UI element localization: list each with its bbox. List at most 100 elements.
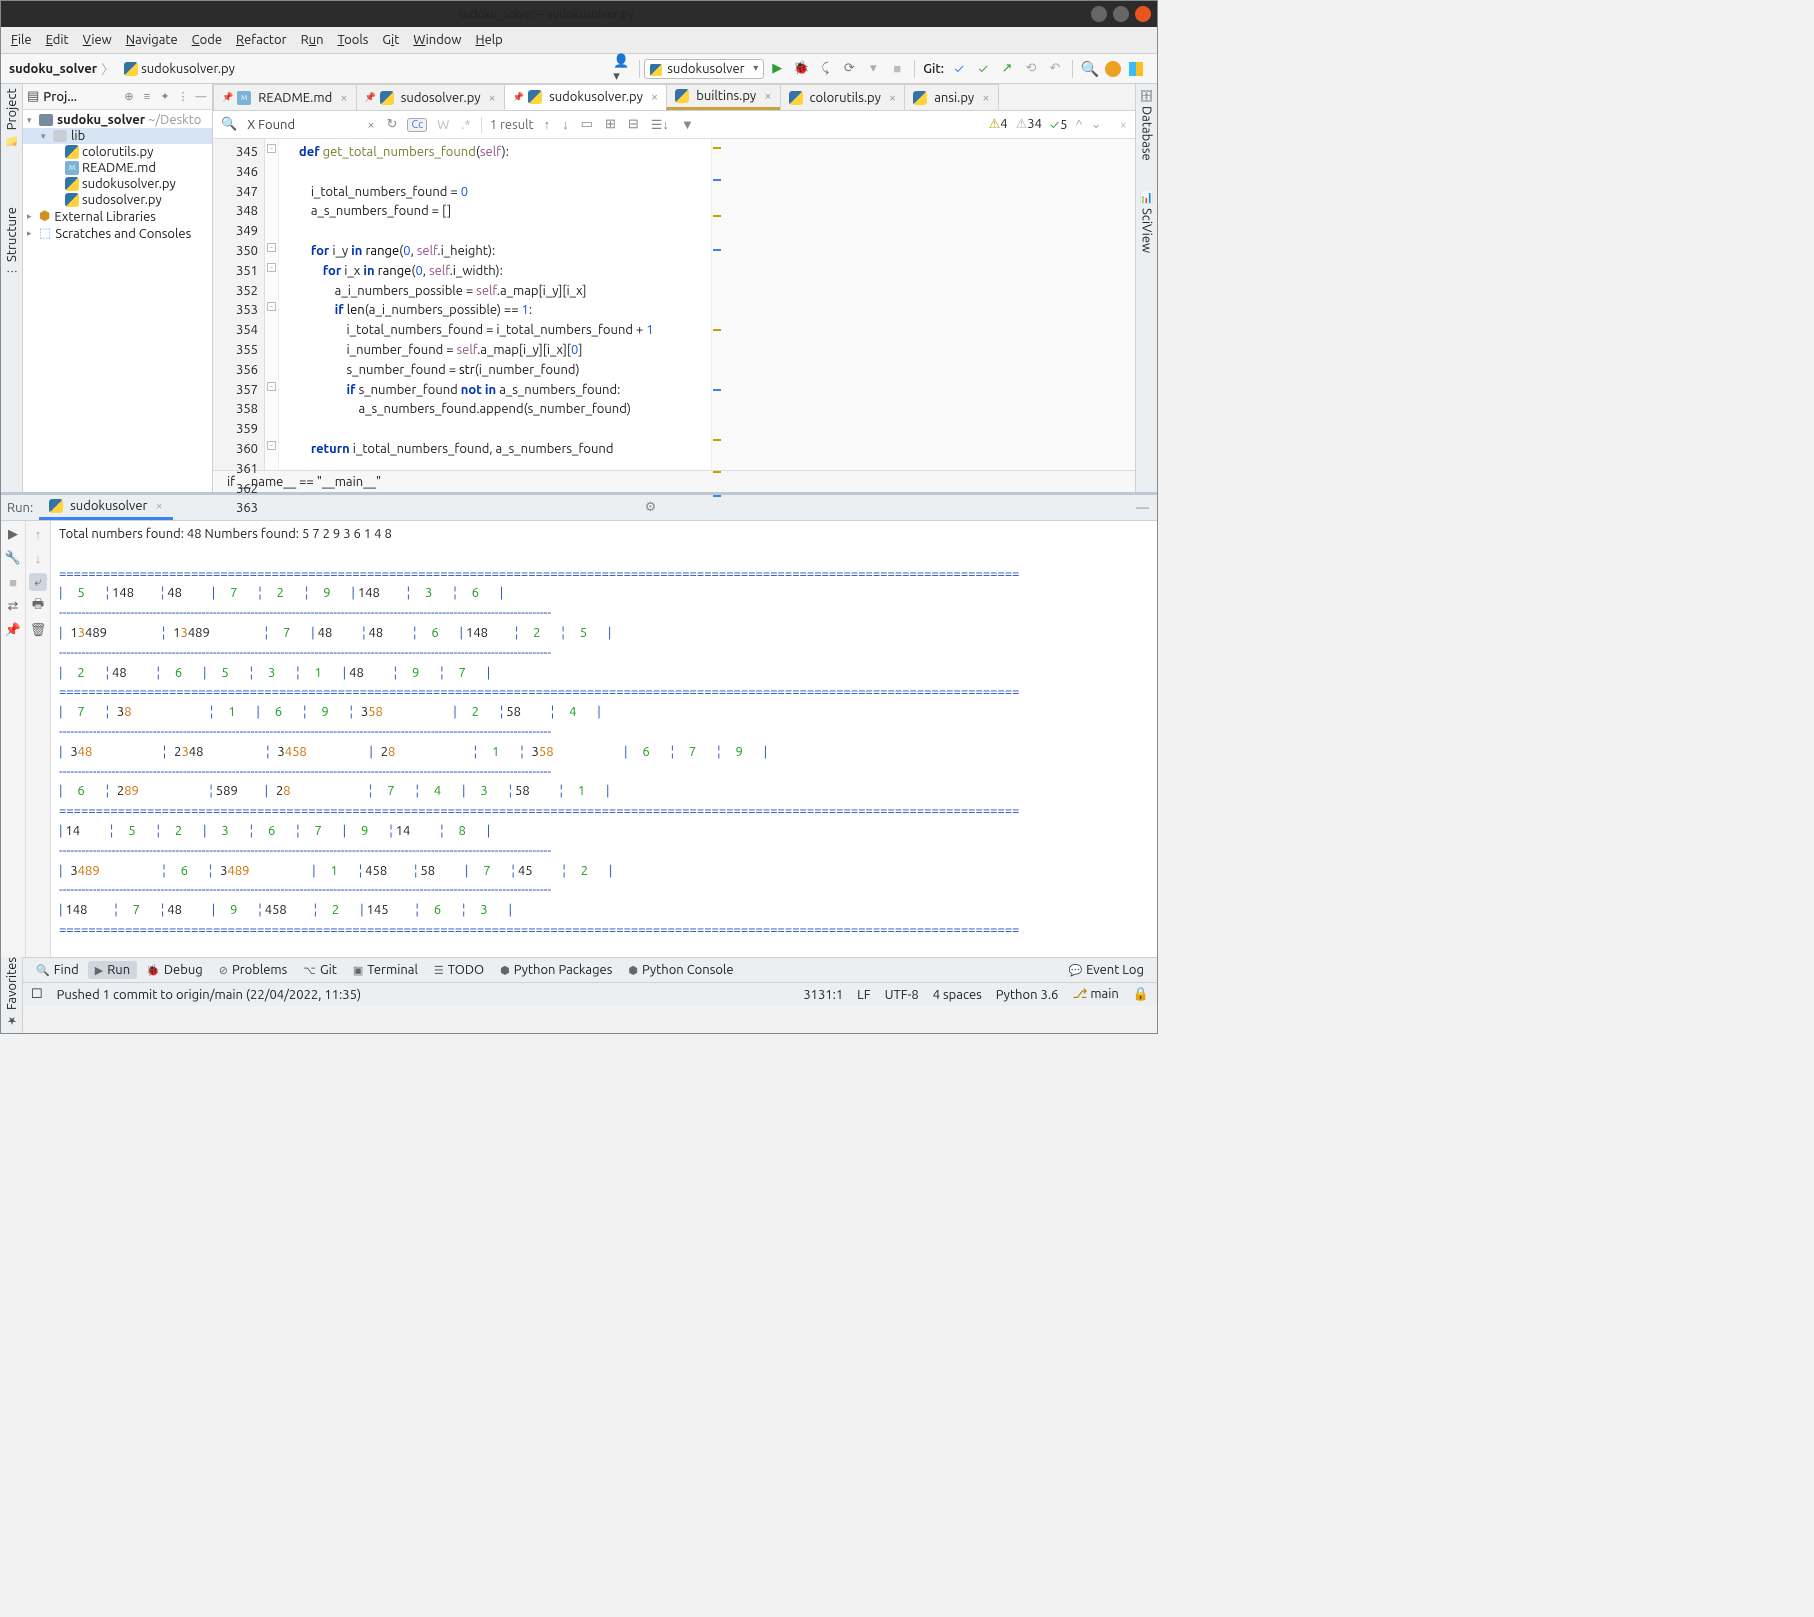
bt-eventlog[interactable]: 💬Event Log <box>1061 961 1151 979</box>
console-output[interactable]: Total numbers found: 48 Numbers found: 5… <box>51 521 1157 957</box>
funnel-icon[interactable]: ▼ <box>679 117 696 132</box>
inspection-widget[interactable]: ⚠4 ⚠34 5 ^⌄ <box>989 117 1102 132</box>
filter-icon[interactable]: ☰↓ <box>649 117 671 133</box>
status-interpreter[interactable]: Python 3.6 <box>996 988 1059 1002</box>
tree-file[interactable]: colorutils.py <box>23 144 212 160</box>
git-history-icon[interactable]: ⟲ <box>1022 60 1040 78</box>
select-target-icon[interactable]: ⊕ <box>122 90 136 104</box>
breadcrumb-bar[interactable]: if __name__ == "__main__" <box>213 470 1135 492</box>
menu-edit[interactable]: Edit <box>40 31 75 49</box>
status-indent[interactable]: 4 spaces <box>933 988 982 1002</box>
menu-file[interactable]: File <box>5 31 38 49</box>
tab-sudokusolver[interactable]: sudokusolver.py× <box>504 84 667 110</box>
regex-icon[interactable]: .* <box>459 118 472 132</box>
fold-icon[interactable]: - <box>267 243 276 252</box>
menu-view[interactable]: View <box>77 31 118 49</box>
tree-file[interactable]: sudosolver.py <box>23 192 212 208</box>
tree-scratches[interactable]: ▸⬚Scratches and Consoles <box>23 225 212 242</box>
error-stripe[interactable] <box>711 139 1136 470</box>
search-icon[interactable]: 🔍 <box>1081 60 1099 78</box>
breadcrumb-file[interactable]: sudokusolver.py <box>124 62 235 76</box>
down-arrow-icon[interactable]: ↓ <box>29 549 47 567</box>
find-close-icon[interactable]: × <box>1118 118 1129 132</box>
status-line-sep[interactable]: LF <box>857 988 870 1002</box>
ide-updates-icon[interactable] <box>1105 61 1121 77</box>
bt-packages[interactable]: ⬢Python Packages <box>493 961 619 979</box>
coverage-icon[interactable]: ⤹ <box>816 60 834 78</box>
maximize-button[interactable] <box>1113 6 1129 22</box>
ide-tools-icon[interactable] <box>1127 60 1145 78</box>
git-push-icon[interactable]: ↗ <box>998 60 1016 78</box>
find-history-icon[interactable]: ↻ <box>385 117 400 132</box>
git-commit-icon[interactable]: ✓ <box>974 60 992 78</box>
clear-icon[interactable]: 🗑 <box>29 621 47 639</box>
minimize-button[interactable] <box>1091 6 1107 22</box>
rail-structure[interactable]: ⋮ Structure <box>5 207 19 277</box>
fold-icon[interactable]: - <box>267 144 276 153</box>
rerun-icon[interactable]: ▶ <box>4 525 22 543</box>
tab-sudosolver[interactable]: sudosolver.py× <box>356 84 505 110</box>
fold-icon[interactable]: - <box>267 302 276 311</box>
find-clear-icon[interactable]: × <box>365 118 376 132</box>
run-tab[interactable]: sudokusolver× <box>39 495 173 520</box>
rail-favorites[interactable]: ★ Favorites <box>5 957 19 1027</box>
run-icon[interactable]: ▶ <box>768 60 786 78</box>
status-caret-pos[interactable]: 3131:1 <box>803 988 843 1002</box>
tree-file[interactable]: MREADME.md <box>23 160 212 176</box>
add-config-icon[interactable]: 👤▾ <box>613 60 631 78</box>
profile-icon[interactable]: ⟳ <box>840 60 858 78</box>
bt-debug[interactable]: 🐞Debug <box>139 961 210 979</box>
run-hide-icon[interactable]: — <box>1128 501 1157 515</box>
status-lock-icon[interactable]: 🔒 <box>1133 987 1149 1002</box>
menu-refactor[interactable]: Refactor <box>230 31 293 49</box>
rail-sciview[interactable]: 📊 SciView <box>1140 191 1154 254</box>
menu-tools[interactable]: Tools <box>332 31 375 49</box>
rail-database[interactable]: 🗄 Database <box>1140 88 1154 161</box>
bt-run[interactable]: ▶Run <box>88 961 137 979</box>
up-arrow-icon[interactable]: ↑ <box>29 525 47 543</box>
collapse-icon[interactable]: ✦ <box>158 90 172 104</box>
debug-icon[interactable]: 🐞 <box>792 60 810 78</box>
bt-terminal[interactable]: ▣Terminal <box>346 961 425 979</box>
tree-file[interactable]: sudokusolver.py <box>23 176 212 192</box>
rail-project[interactable]: 📁 Project <box>5 88 19 147</box>
settings-icon[interactable]: ⋮ <box>176 90 190 104</box>
menu-git[interactable]: Git <box>376 31 405 49</box>
fold-icon[interactable]: - <box>267 441 276 450</box>
git-update-icon[interactable]: ✓ <box>950 60 968 78</box>
words-icon[interactable]: W <box>435 118 451 132</box>
hide-icon[interactable]: — <box>194 90 208 104</box>
match-case-icon[interactable]: Cc <box>407 118 427 132</box>
menu-run[interactable]: Run <box>295 31 330 49</box>
tree-root[interactable]: ▾sudoku_solver ~/Deskto <box>23 112 212 128</box>
prev-match-icon[interactable]: ↑ <box>542 117 553 132</box>
close-button[interactable] <box>1135 6 1151 22</box>
find-input[interactable]: X Found <box>247 118 357 132</box>
git-rollback-icon[interactable]: ↶ <box>1046 60 1064 78</box>
status-branch[interactable]: ⎇ main <box>1072 987 1118 1002</box>
tree-external-libs[interactable]: ▸⬢External Libraries <box>23 208 212 225</box>
menu-code[interactable]: Code <box>186 31 228 49</box>
bt-problems[interactable]: ⊘Problems <box>212 961 295 979</box>
run-tools-icon[interactable]: 🔧 <box>4 549 22 567</box>
tab-readme[interactable]: MREADME.md× <box>213 84 357 110</box>
code-editor[interactable]: def get_total_numbers_found(self): i_tot… <box>279 139 711 470</box>
status-icon[interactable]: ☐ <box>31 987 43 1002</box>
run-config-combo[interactable]: sudokusolver <box>644 59 764 79</box>
tab-colorutils[interactable]: colorutils.py× <box>780 84 906 110</box>
find-mag-icon[interactable]: 🔍 <box>219 117 239 132</box>
tab-builtins[interactable]: builtins.py× <box>666 84 780 110</box>
fold-icon[interactable]: - <box>267 382 276 391</box>
status-encoding[interactable]: UTF-8 <box>885 988 919 1002</box>
bt-find[interactable]: 🔍Find <box>29 961 86 979</box>
menu-navigate[interactable]: Navigate <box>120 31 184 49</box>
stop-icon[interactable]: ■ <box>888 60 906 78</box>
tab-ansi[interactable]: ansi.py× <box>904 84 998 110</box>
remove-selection-icon[interactable]: ⊟ <box>626 117 641 132</box>
attach-icon[interactable]: ▾ <box>864 60 882 78</box>
breadcrumb-project[interactable]: sudoku_solver <box>9 62 97 76</box>
menu-help[interactable]: Help <box>470 31 509 49</box>
print-icon[interactable]: 🖶 <box>29 597 47 615</box>
expand-icon[interactable]: ≡ <box>140 90 154 104</box>
softwrap-icon[interactable]: ⤶ <box>29 573 47 591</box>
